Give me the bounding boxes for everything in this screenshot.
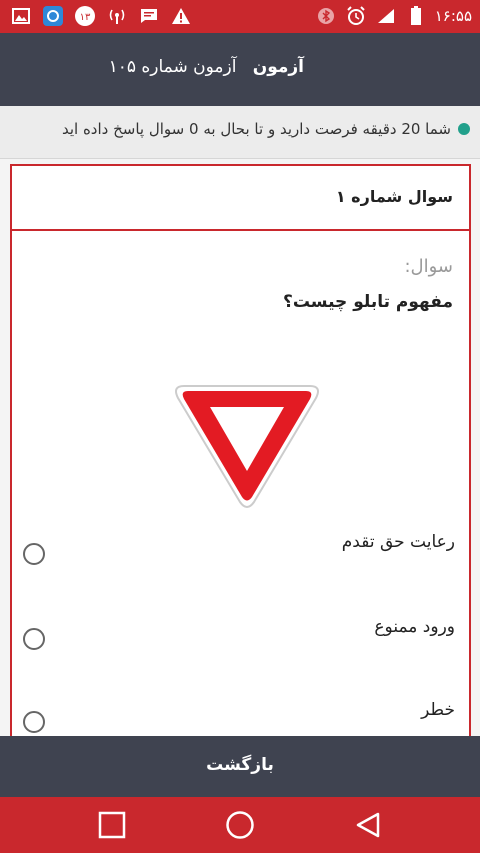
- home-button[interactable]: [224, 809, 256, 841]
- circle-icon: [226, 811, 254, 839]
- option-1[interactable]: رعایت حق تقدم: [12, 528, 469, 568]
- triangle-back-icon: [356, 812, 380, 838]
- option-radio[interactable]: [23, 543, 45, 565]
- warning-icon: [170, 5, 192, 27]
- sync-app-icon: [42, 5, 64, 27]
- option-label: رعایت حق تقدم: [341, 532, 455, 552]
- clock: ۱۶:۵۵: [434, 7, 472, 25]
- app-bar: آزمون آزمون شماره ۱۰۵: [0, 33, 480, 106]
- back-nav-button[interactable]: [352, 809, 384, 841]
- info-banner: شما 20 دقیقه فرصت دارید و تا بحال به 0 س…: [0, 106, 480, 159]
- option-label: خطر: [421, 700, 455, 720]
- option-radio[interactable]: [23, 711, 45, 733]
- square-icon: [98, 811, 126, 839]
- back-button[interactable]: بازگشت: [0, 736, 480, 797]
- navigation-bar: [0, 797, 480, 853]
- option-3[interactable]: خطر: [12, 696, 469, 736]
- battery-icon: [405, 5, 427, 27]
- hotspot-icon: [106, 5, 128, 27]
- notification-badge: ۱۳: [74, 5, 96, 27]
- question-card: سوال شماره ۱ سوال: مفهوم تابلو چیست؟ رعا…: [10, 164, 471, 746]
- bluetooth-icon: [315, 5, 337, 27]
- status-dot-icon: [458, 123, 470, 135]
- question-heading: سوال شماره ۱: [335, 187, 453, 206]
- yield-sign-icon: [175, 385, 319, 508]
- signal-icon: [375, 5, 397, 27]
- info-text: شما 20 دقیقه فرصت دارید و تا بحال به 0 س…: [61, 120, 451, 138]
- recent-apps-button[interactable]: [96, 809, 128, 841]
- question-header: سوال شماره ۱: [12, 166, 469, 231]
- page-title: آزمون آزمون شماره ۱۰۵: [109, 57, 304, 77]
- alarm-icon: [345, 5, 367, 27]
- message-icon: [138, 5, 160, 27]
- back-label: بازگشت: [206, 755, 274, 775]
- option-label: ورود ممنوع: [374, 617, 455, 637]
- question-label: سوال:: [404, 256, 453, 277]
- question-text: مفهوم تابلو چیست؟: [282, 292, 453, 312]
- option-radio[interactable]: [23, 628, 45, 650]
- title: آزمون: [252, 57, 304, 77]
- status-bar: ۱۳ ۱۶:۵۵: [0, 0, 480, 33]
- svg-text:۱۳: ۱۳: [80, 12, 91, 23]
- gallery-icon: [10, 5, 32, 27]
- exam-number: آزمون شماره ۱۰۵: [108, 57, 237, 77]
- option-2[interactable]: ورود ممنوع: [12, 613, 469, 653]
